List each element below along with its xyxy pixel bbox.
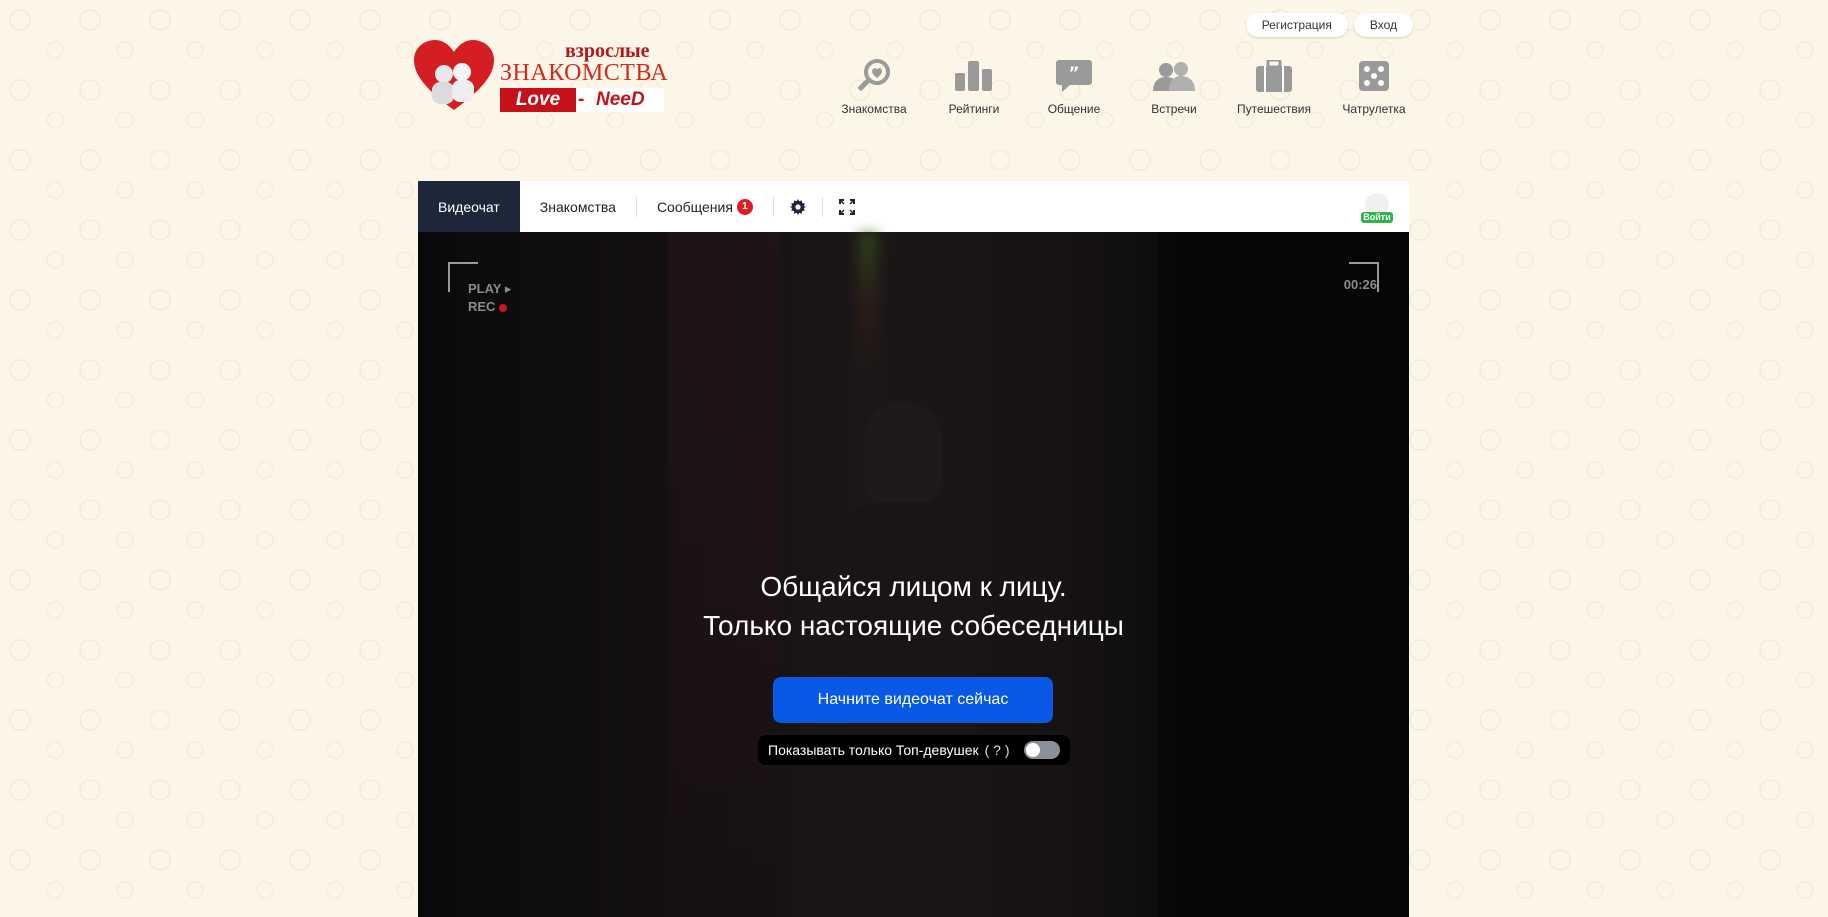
- tab-videochat[interactable]: Видеочат: [418, 181, 520, 232]
- ratings-icon: [955, 61, 992, 91]
- video-preview: PLAY ▸ REC 00:26 Общайся лицом к лицу. Т…: [418, 232, 1409, 917]
- videochat-widget: Видеочат Знакомства Сообщения 1 Войти PL…: [418, 181, 1409, 917]
- start-videochat-button[interactable]: Начните видеочат сейчас: [773, 677, 1053, 723]
- nav-item-ratings[interactable]: Рейтинги: [924, 56, 1024, 116]
- video-timer: 00:26: [1343, 277, 1377, 292]
- nav-label: Встречи: [1151, 102, 1197, 116]
- logo-bar: Love - NeeD: [500, 88, 664, 112]
- rec-label: REC: [468, 299, 496, 314]
- nav-label: Знакомства: [841, 102, 907, 116]
- tab-messages[interactable]: Сообщения 1: [637, 181, 773, 232]
- gear-icon: [789, 198, 806, 215]
- headline-line-1: Общайся лицом к лицу.: [760, 571, 1067, 602]
- settings-button[interactable]: [774, 181, 822, 232]
- register-button[interactable]: Регистрация: [1245, 13, 1348, 37]
- logo-love-text: Love: [500, 88, 576, 112]
- login-button[interactable]: Вход: [1353, 13, 1413, 37]
- nav-label: Путешествия: [1236, 102, 1312, 116]
- tab-messages-label: Сообщения: [656, 198, 733, 215]
- heart-logo-icon: [414, 40, 494, 110]
- filter-help-link[interactable]: ( ? ): [985, 742, 1010, 758]
- nav-label: Общение: [1047, 102, 1101, 116]
- nav-item-meetings[interactable]: Встречи: [1124, 56, 1224, 116]
- video-background-light: [858, 232, 878, 382]
- site-logo[interactable]: взрослые ЗНАКОМСТВА Love - NeeD: [414, 40, 668, 116]
- fullscreen-icon: [838, 198, 855, 215]
- rec-dot-icon: [499, 303, 508, 312]
- rec-indicator: REC: [468, 299, 508, 314]
- login-mini-button[interactable]: Войти: [1361, 193, 1393, 223]
- nav-item-travel[interactable]: Путешествия: [1224, 56, 1324, 116]
- fullscreen-button[interactable]: [823, 181, 871, 232]
- widget-tabs: Видеочат Знакомства Сообщения 1 Войти: [418, 181, 1409, 232]
- dice-icon: [1359, 61, 1389, 91]
- video-person-silhouette: [848, 392, 958, 917]
- toggle-knob: [1026, 743, 1040, 757]
- nav-label: Рейтинги: [948, 102, 1000, 116]
- search-heart-icon: [858, 59, 890, 91]
- logo-dash-text: -: [578, 89, 585, 110]
- people-icon: [1153, 62, 1195, 91]
- headline-line-2: Только настоящие собеседницы: [703, 610, 1124, 641]
- nav-item-chat[interactable]: ” Общение: [1024, 56, 1124, 116]
- page: Регистрация Вход взрослые ЗНАКОМСТВА Lov…: [414, 0, 1413, 917]
- play-indicator: PLAY ▸: [468, 281, 512, 296]
- filter-label: Показывать только Топ-девушек: [768, 742, 979, 758]
- messages-count-badge: 1: [736, 198, 753, 215]
- tab-dating[interactable]: Знакомства: [520, 181, 636, 232]
- nav-item-dating[interactable]: Знакомства: [824, 56, 924, 116]
- logo-need-text: NeeD: [596, 89, 645, 110]
- logo-main-text: ЗНАКОМСТВА: [500, 60, 669, 86]
- nav-label: Чатрулетка: [1342, 102, 1406, 116]
- main-nav: Знакомства Рейтинги ” Общение Встречи Пу…: [824, 56, 1424, 116]
- top-girls-toggle[interactable]: [1024, 741, 1060, 759]
- svg-text:”: ”: [1069, 63, 1080, 82]
- video-headline: Общайся лицом к лицу. Только настоящие с…: [418, 567, 1409, 645]
- suitcase-icon: [1256, 60, 1292, 92]
- top-girls-filter: Показывать только Топ-девушек ( ? ): [758, 735, 1070, 765]
- nav-item-chatroulette[interactable]: Чатрулетка: [1324, 56, 1424, 116]
- chat-icon: ”: [1056, 60, 1092, 92]
- login-mini-label: Войти: [1361, 212, 1393, 223]
- auth-links: Регистрация Вход: [1245, 13, 1413, 37]
